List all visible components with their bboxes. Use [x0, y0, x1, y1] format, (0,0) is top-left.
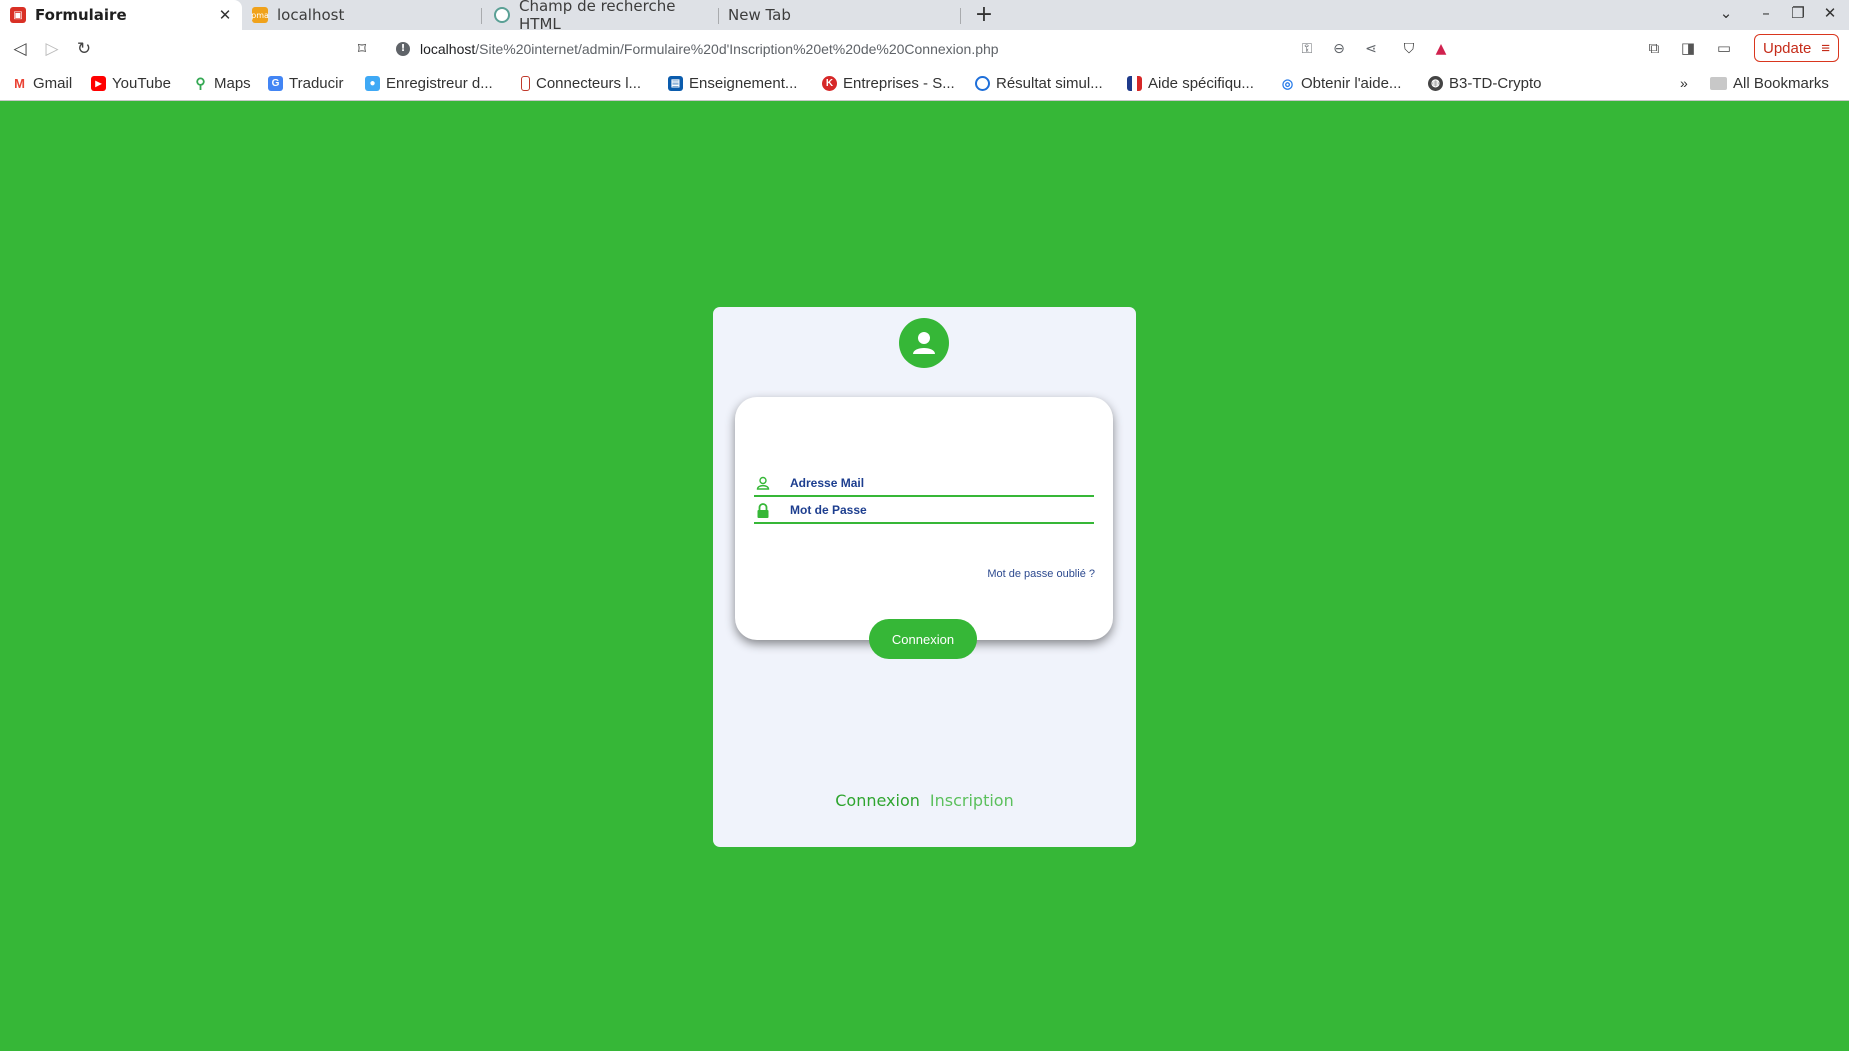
bookmark-resultat[interactable]: Résultat simul... [975, 75, 1103, 92]
sidebar-icon[interactable]: ◨ [1678, 39, 1698, 57]
brave-rewards-icon[interactable]: ▲ [1432, 41, 1450, 57]
close-tab-icon[interactable]: ✕ [216, 6, 234, 24]
formulaire-favicon-icon: ▣ [10, 7, 26, 23]
url-text[interactable]: localhost/Site%20internet/admin/Formulai… [420, 41, 999, 57]
site-info-icon[interactable]: ! [396, 42, 410, 56]
gmail-icon: M [12, 76, 27, 91]
maps-icon: ⚲ [193, 75, 208, 91]
browser-chrome: ▣ Formulaire ✕ pma localhost Champ de re… [0, 0, 1849, 101]
flag-icon [1127, 76, 1142, 91]
bookmark-enregistreur[interactable]: ● Enregistreur d... [365, 75, 493, 92]
bookmarks-bar: M Gmail ▶ YouTube ⚲ Maps G Traducir ● En… [0, 68, 1849, 101]
restore-window-icon[interactable]: ❐ [1788, 4, 1808, 22]
fingerprint-icon: ◎ [1280, 75, 1295, 91]
update-button[interactable]: Update ≡ [1754, 34, 1839, 62]
bookmark-label: Entreprises - S... [843, 75, 955, 92]
address-bar[interactable]: ! localhost/Site%20internet/admin/Formul… [386, 34, 1464, 64]
extensions-icon[interactable]: ⧉ [1644, 39, 1664, 57]
update-label: Update [1763, 39, 1812, 57]
form-switch: Connexion Inscription [713, 791, 1136, 810]
back-icon[interactable]: ◁ [8, 37, 32, 61]
zoom-icon[interactable]: ⊖ [1330, 41, 1348, 57]
lock-icon [755, 502, 771, 518]
new-tab-button[interactable]: + [972, 2, 996, 27]
tab-new-tab[interactable]: New Tab [718, 0, 960, 30]
bookmark-obtenir[interactable]: ◎ Obtenir l'aide... [1280, 75, 1401, 92]
bookmark-label: Gmail [33, 75, 73, 92]
password-field [754, 498, 1094, 524]
bookmark-connecteurs[interactable]: Connecteurs l... [521, 75, 641, 92]
tab-title: localhost [277, 6, 345, 24]
tab-inscription[interactable]: Inscription [930, 791, 1014, 810]
tab-formulaire[interactable]: ▣ Formulaire ✕ [0, 0, 242, 30]
company-icon: K [822, 76, 837, 91]
bookmark-label: Maps [214, 75, 251, 92]
user-outline-icon [755, 475, 771, 491]
bookmark-gmail[interactable]: M Gmail [12, 75, 72, 92]
login-card: Mot de passe oublié ? [735, 397, 1113, 640]
chatgpt-favicon-icon [494, 7, 510, 23]
password-key-icon[interactable]: ⚿ [1298, 41, 1316, 57]
all-bookmarks-label: All Bookmarks [1733, 75, 1829, 92]
connexion-button[interactable]: Connexion [869, 619, 977, 659]
youtube-icon: ▶ [91, 76, 106, 91]
bookmark-maps[interactable]: ⚲ Maps [193, 75, 251, 92]
tab-strip: ▣ Formulaire ✕ pma localhost Champ de re… [0, 0, 1849, 33]
result-icon [975, 76, 990, 91]
tab-localhost[interactable]: pma localhost [242, 0, 478, 30]
tab-separator [481, 8, 482, 24]
tab-title: Champ de recherche HTML [519, 0, 676, 33]
recorder-icon: ● [365, 76, 380, 91]
bookmark-label: Traducir [289, 75, 344, 92]
forward-icon[interactable]: ▷ [40, 37, 64, 61]
connector-icon [521, 76, 530, 91]
bookmark-label: Enseignement... [689, 75, 798, 92]
bookmark-label: YouTube [112, 75, 171, 92]
bookmark-youtube[interactable]: ▶ YouTube [91, 75, 171, 92]
email-field [754, 471, 1094, 497]
folder-icon [1710, 77, 1727, 90]
bookmark-aide[interactable]: Aide spécifiqu... [1127, 75, 1254, 92]
translate-icon: G [268, 76, 283, 91]
reload-icon[interactable]: ↻ [72, 37, 96, 61]
browser-toolbar: ◁ ▷ ↻ ⌑ ! localhost/Site%20internet/admi… [0, 30, 1849, 68]
all-bookmarks[interactable]: All Bookmarks [1710, 75, 1829, 92]
tab-separator [960, 8, 961, 24]
share-icon[interactable]: ⋖ [1362, 41, 1380, 57]
school-icon: ▤ [668, 76, 683, 91]
bookmark-entreprises[interactable]: K Entreprises - S... [822, 75, 955, 92]
bookmark-label: Obtenir l'aide... [1301, 75, 1402, 92]
avatar [899, 318, 949, 368]
bookmark-traducir[interactable]: G Traducir [268, 75, 343, 92]
phpmyadmin-favicon-icon: pma [251, 7, 269, 23]
bookmark-label: Connecteurs l... [536, 75, 642, 92]
menu-icon: ≡ [1821, 39, 1830, 57]
password-input[interactable] [790, 503, 1080, 517]
tab-champ-recherche[interactable]: Champ de recherche HTML [484, 0, 720, 33]
tab-title: Formulaire [35, 6, 127, 24]
wallet-icon[interactable]: ▭ [1714, 39, 1734, 57]
globe-icon: ◍ [1428, 76, 1443, 91]
minimize-window-icon[interactable]: – [1756, 4, 1776, 22]
tab-connexion[interactable]: Connexion [835, 791, 920, 810]
close-window-icon[interactable]: ✕ [1820, 4, 1840, 22]
bookmark-label: Enregistreur d... [386, 75, 493, 92]
bookmark-b3-td-crypto[interactable]: ◍ B3-TD-Crypto [1428, 75, 1542, 92]
bookmark-label: Résultat simul... [996, 75, 1103, 92]
forgot-password-link[interactable]: Mot de passe oublié ? [987, 568, 1095, 580]
tab-search-chevron-icon[interactable]: ⌄ [1716, 4, 1736, 22]
email-input[interactable] [790, 476, 1080, 490]
login-panel: Mot de passe oublié ? Connexion Connexio… [713, 307, 1136, 847]
bookmark-label: B3-TD-Crypto [1449, 75, 1542, 92]
bookmark-icon[interactable]: ⌑ [350, 37, 374, 61]
tab-title: New Tab [728, 6, 791, 24]
user-icon [913, 332, 935, 354]
page-background: Mot de passe oublié ? Connexion Connexio… [0, 101, 1849, 1051]
bookmark-label: Aide spécifiqu... [1148, 75, 1254, 92]
bookmark-enseignement[interactable]: ▤ Enseignement... [668, 75, 797, 92]
brave-shield-icon[interactable]: ⛉ [1400, 41, 1418, 57]
more-bookmarks-icon[interactable]: » [1680, 75, 1688, 91]
